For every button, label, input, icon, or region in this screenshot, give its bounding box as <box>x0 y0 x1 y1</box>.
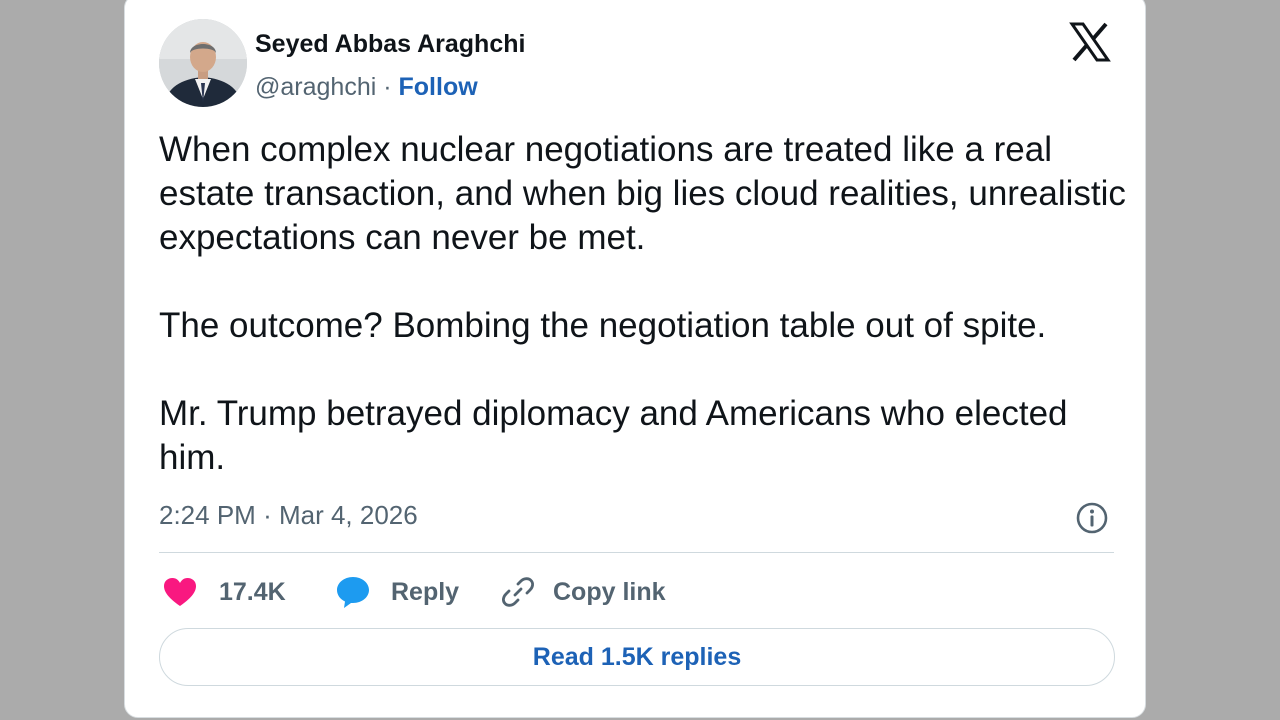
avatar-image <box>159 19 247 107</box>
like-count: 17.4K <box>219 577 286 606</box>
read-replies-label: Read 1.5K replies <box>532 642 742 671</box>
tweet-card: Seyed Abbas Araghchi @araghchi · Follow … <box>124 0 1146 718</box>
author-handle-row: @araghchi · Follow <box>255 73 478 102</box>
tweet-date: Mar 4, 2026 <box>278 500 418 530</box>
link-icon <box>502 577 534 607</box>
reply-label: Reply <box>391 577 460 606</box>
follow-button[interactable]: Follow <box>399 73 478 101</box>
read-replies-button[interactable]: Read 1.5K replies <box>159 628 1115 686</box>
author-handle[interactable]: @araghchi <box>255 73 376 101</box>
tweet-paragraph: When complex nuclear negotiations are tr… <box>159 130 1126 257</box>
copy-link-button[interactable]: Copy link <box>501 573 666 611</box>
timestamp-separator: · <box>263 500 272 530</box>
info-icon[interactable] <box>1075 501 1109 535</box>
reply-button[interactable]: Reply <box>335 573 459 611</box>
x-logo-icon[interactable] <box>1069 21 1111 63</box>
heart-icon <box>164 578 196 606</box>
like-button[interactable]: 17.4K <box>163 573 286 611</box>
copy-link-label: Copy link <box>553 577 666 606</box>
tweet-paragraph: Mr. Trump betrayed diplomacy and America… <box>159 394 1068 477</box>
tweet-timestamp[interactable]: 2:24 PM · Mar 4, 2026 <box>159 500 418 531</box>
divider <box>159 552 1114 553</box>
avatar[interactable] <box>159 19 247 107</box>
tweet-text: When complex nuclear negotiations are tr… <box>159 128 1129 480</box>
tweet-time: 2:24 PM <box>159 500 256 530</box>
speech-bubble-icon <box>337 577 369 608</box>
handle-separator: · <box>383 73 392 101</box>
tweet-paragraph: The outcome? Bombing the negotiation tab… <box>159 306 1047 345</box>
author-display-name[interactable]: Seyed Abbas Araghchi <box>255 30 525 59</box>
